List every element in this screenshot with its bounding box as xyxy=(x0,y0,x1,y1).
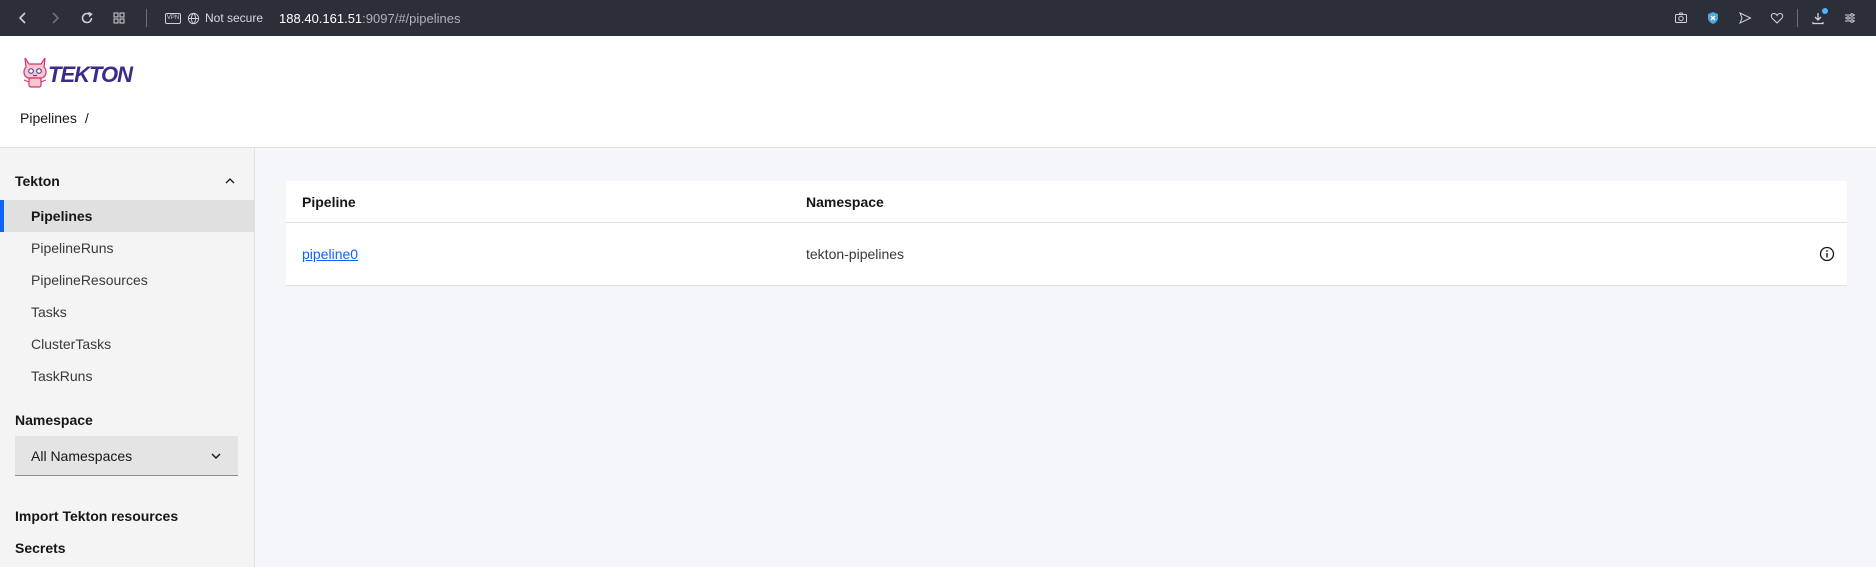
globe-icon xyxy=(187,12,200,24)
pipelines-table: Pipeline Namespace pipeline0 tekton-pipe… xyxy=(286,181,1847,286)
url-host: 188.40.161.51 xyxy=(279,10,363,26)
toolbar-divider xyxy=(146,9,147,27)
sidebar-section-title: Tekton xyxy=(15,173,60,189)
namespace-label: Namespace xyxy=(15,412,93,428)
pipeline-cell: pipeline0 xyxy=(286,246,806,262)
camera-icon xyxy=(1675,12,1687,23)
pipeline-link[interactable]: pipeline0 xyxy=(302,246,358,262)
sidebar-item-tasks[interactable]: Tasks xyxy=(0,296,254,328)
forward-button[interactable] xyxy=(42,5,68,31)
tekton-cat-icon xyxy=(23,57,47,88)
site-info-button[interactable]: Not secure xyxy=(187,11,263,25)
breadcrumb: Pipelines / xyxy=(20,110,89,126)
namespace-dropdown-value: All Namespaces xyxy=(31,447,133,464)
notification-dot xyxy=(1822,8,1828,14)
tekton-logo[interactable]: TEKTON xyxy=(20,54,133,90)
sidebar-item-pipelines[interactable]: Pipelines xyxy=(0,200,254,232)
not-secure-label: Not secure xyxy=(205,11,264,25)
url-path: :9097/#/pipelines xyxy=(362,10,461,26)
sidebar-item-taskruns[interactable]: TaskRuns xyxy=(0,360,254,392)
sidebar-item-clustertasks[interactable]: ClusterTasks xyxy=(0,328,254,360)
column-header-namespace[interactable]: Namespace xyxy=(806,194,1807,210)
info-icon xyxy=(1819,246,1835,262)
send-icon xyxy=(1739,11,1752,25)
sidebar-item-pipelineresources[interactable]: PipelineResources xyxy=(0,264,254,296)
heart-icon xyxy=(1770,12,1784,24)
namespace-dropdown[interactable]: All Namespaces xyxy=(15,436,238,476)
reload-button[interactable] xyxy=(74,5,100,31)
snapshot-button[interactable] xyxy=(1665,5,1697,31)
grid-icon xyxy=(113,12,125,24)
namespace-cell: tekton-pipelines xyxy=(806,246,905,262)
tabs-grid-button[interactable] xyxy=(106,5,132,31)
sidebar-section-tekton[interactable]: Tekton xyxy=(0,168,254,194)
shield-icon xyxy=(1708,12,1718,24)
downloads-button[interactable] xyxy=(1802,5,1834,31)
chevron-down-icon xyxy=(211,453,221,459)
reload-icon xyxy=(81,11,93,24)
chevron-right-icon xyxy=(52,12,60,24)
column-header-pipeline[interactable]: Pipeline xyxy=(286,194,806,210)
secrets-link[interactable]: Secrets xyxy=(0,532,254,564)
breadcrumb-separator: / xyxy=(84,110,89,126)
table-header: Pipeline Namespace xyxy=(286,181,1847,223)
sidebar: Tekton Pipelines PipelineRuns PipelineRe… xyxy=(0,148,255,567)
toolbar-divider xyxy=(1797,9,1798,27)
breadcrumb-pipelines[interactable]: Pipelines xyxy=(20,110,77,126)
logo-text: TEKTON xyxy=(48,62,133,87)
shield-extension-button[interactable] xyxy=(1697,5,1729,31)
favorites-button[interactable] xyxy=(1761,5,1793,31)
send-button[interactable] xyxy=(1729,5,1761,31)
easy-setup-button[interactable] xyxy=(1834,5,1866,31)
table-row: pipeline0 tekton-pipelines xyxy=(286,223,1847,286)
chevron-left-icon xyxy=(18,12,26,24)
app-header: TEKTON Pipelines / xyxy=(0,36,1876,148)
address-bar[interactable]: 188.40.161.51:9097/#/pipelines xyxy=(279,11,460,26)
vpn-badge[interactable]: VPN xyxy=(165,12,181,24)
browser-toolbar: VPN Not secure 188.40.161.51:9097/#/pipe… xyxy=(0,0,1876,36)
sidebar-item-pipelineruns[interactable]: PipelineRuns xyxy=(0,232,254,264)
import-resources-link[interactable]: Import Tekton resources xyxy=(0,500,254,532)
info-button[interactable] xyxy=(1807,246,1847,262)
main-content: Pipeline Namespace pipeline0 tekton-pipe… xyxy=(255,148,1876,567)
chevron-up-icon xyxy=(225,178,235,184)
sliders-icon xyxy=(1845,13,1855,23)
back-button[interactable] xyxy=(10,5,36,31)
